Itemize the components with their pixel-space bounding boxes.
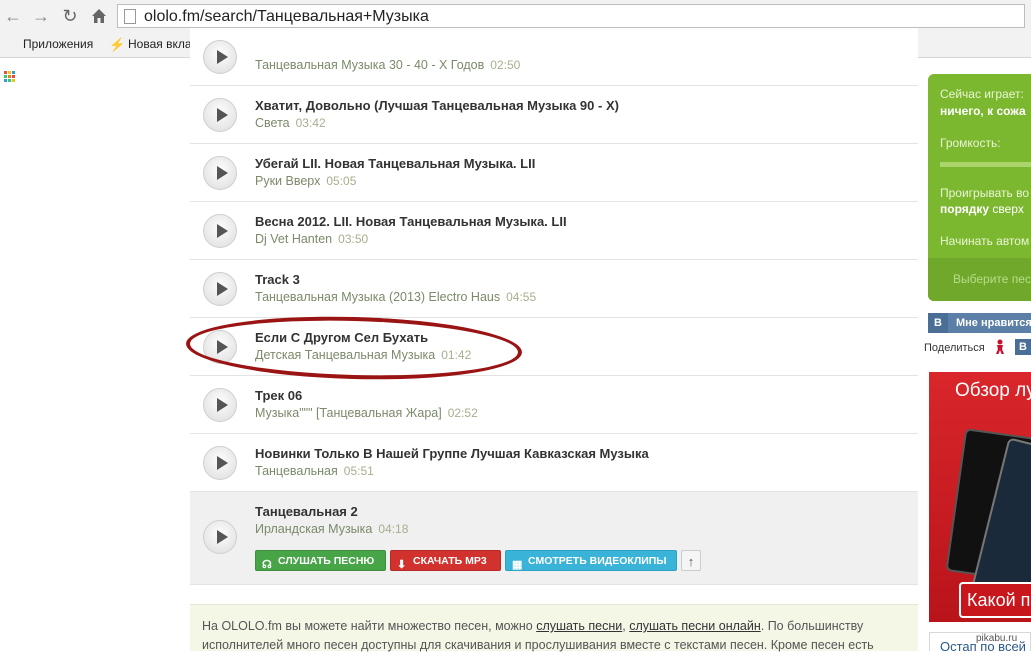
download-mp3-button[interactable]: ⬇ СКАЧАТЬ MP3 xyxy=(390,550,501,571)
track-duration: 04:18 xyxy=(378,522,409,536)
play-icon[interactable] xyxy=(203,156,237,190)
track-duration: 04:55 xyxy=(506,290,537,304)
track-artist: Ирландская Музыка 04:18 xyxy=(255,522,409,536)
bookmark-apps[interactable]: Приложения xyxy=(23,37,93,51)
watch-videos-button[interactable]: ▦ СМОТРЕТЬ ВИДЕОКЛИПЫ xyxy=(505,550,677,571)
ad-heading: Обзор лу xyxy=(955,380,1031,401)
play-icon[interactable] xyxy=(203,446,237,480)
play-icon[interactable] xyxy=(203,98,237,132)
track-title: Хватит, Довольно (Лучшая Танцевальная Му… xyxy=(255,98,619,113)
like-label: Мне нравится xyxy=(956,317,1031,329)
play-order-line1[interactable]: Проигрывать во xyxy=(940,186,1029,200)
track-duration: 02:52 xyxy=(447,406,478,420)
play-order-line2[interactable]: порядку сверх xyxy=(940,202,1024,216)
lightning-icon: ⚡ xyxy=(109,37,126,52)
track-duration: 03:50 xyxy=(338,232,369,246)
play-icon[interactable] xyxy=(203,272,237,306)
track-duration: 02:50 xyxy=(490,58,521,72)
apps-grid-icon xyxy=(4,71,16,83)
play-icon[interactable] xyxy=(203,214,237,248)
track-title: Танцевальная 2 xyxy=(255,504,358,519)
track-artist: Dj Vet Hanten 03:50 xyxy=(255,232,369,246)
share-label: Поделиться xyxy=(924,342,985,354)
track-artist: Танцевальная Музыка 30 - 40 - Х Годов 02:… xyxy=(255,58,521,72)
track-artist: Танцевальная 05:51 xyxy=(255,464,374,478)
track-artist: Музыка""" [Танцевальная Жара] 02:52 xyxy=(255,406,478,420)
play-icon[interactable] xyxy=(203,388,237,422)
track-row[interactable]: Хватит, Довольно (Лучшая Танцевальная Му… xyxy=(190,86,918,144)
track-title: Весна 2012. LII. Новая Танцевальная Музы… xyxy=(255,214,567,229)
track-artist: Танцевальная Музыка (2013) Electro Haus 0… xyxy=(255,290,537,304)
scroll-up-button[interactable]: ↑ xyxy=(681,550,701,571)
player-footer: Выберите песн xyxy=(928,258,1031,301)
track-duration: 03:42 xyxy=(295,116,326,130)
track-artist: Света 03:42 xyxy=(255,116,326,130)
vk-share-icon[interactable]: B xyxy=(1015,339,1031,355)
track-title: Убегай LII. Новая Танцевальная Музыка. L… xyxy=(255,156,536,171)
player-panel: Сейчас играет: ничего, к сожа Громкость:… xyxy=(928,74,1031,301)
share-person-icon[interactable] xyxy=(994,339,1008,355)
watermark: pikabu.ru xyxy=(976,633,1018,644)
now-playing-label: Сейчас играет: xyxy=(940,87,1024,101)
info-box: На OLOLO.fm вы можете найти множество пе… xyxy=(190,604,918,652)
now-playing-value: ничего, к сожа xyxy=(940,104,1026,118)
track-title: Track 3 xyxy=(255,272,300,287)
autostart-option[interactable]: Начинать автом xyxy=(940,234,1029,248)
page-icon xyxy=(124,9,136,24)
volume-slider[interactable] xyxy=(940,162,1031,167)
listen-button[interactable]: ☊ СЛУШАТЬ ПЕСНЮ xyxy=(255,550,386,571)
track-row[interactable]: Танцевальная Музыка 30 - 40 - Х Годов 02:… xyxy=(190,28,918,86)
reload-icon[interactable]: ↻ xyxy=(59,5,81,27)
volume-label: Громкость: xyxy=(940,136,1001,150)
track-artist: Руки Вверх 05:05 xyxy=(255,174,357,188)
play-icon[interactable] xyxy=(203,520,237,554)
play-icon[interactable] xyxy=(203,40,237,74)
track-duration: 05:05 xyxy=(326,174,357,188)
listen-online-link[interactable]: слушать песни онлайн xyxy=(629,619,761,633)
listen-songs-link[interactable]: слушать песни xyxy=(536,619,622,633)
download-icon: ⬇ xyxy=(397,559,407,571)
track-row[interactable]: Track 3 Танцевальная Музыка (2013) Elect… xyxy=(190,260,918,318)
track-row[interactable]: Убегай LII. Новая Танцевальная Музыка. L… xyxy=(190,144,918,202)
track-row[interactable]: Трек 06 Музыка""" [Танцевальная Жара] 02:… xyxy=(190,376,918,434)
info-text: На OLOLO.fm вы можете найти множество пе… xyxy=(202,619,874,652)
home-icon[interactable] xyxy=(88,5,110,27)
address-bar[interactable]: ololo.fm/search/Танцевальная+Музыка xyxy=(117,4,1025,28)
track-row[interactable]: Новинки Только В Нашей Группе Лучшая Кав… xyxy=(190,434,918,492)
ad-banner[interactable]: Обзор лу Какой п xyxy=(929,372,1031,622)
url-text[interactable]: ololo.fm/search/Танцевальная+Музыка xyxy=(144,8,429,26)
track-row[interactable]: Весна 2012. LII. Новая Танцевальная Музы… xyxy=(190,202,918,260)
forward-arrow-icon[interactable]: → xyxy=(30,5,52,27)
film-icon: ▦ xyxy=(512,559,523,571)
ad-cta[interactable]: Какой п xyxy=(959,582,1031,618)
vk-logo-icon: B xyxy=(928,313,948,333)
track-title: Трек 06 xyxy=(255,388,303,403)
choose-song-text: Выберите песн xyxy=(953,272,1031,286)
track-row-selected[interactable]: Танцевальная 2 Ирландская Музыка 04:18 ☊ С… xyxy=(190,492,918,585)
headphones-icon: ☊ xyxy=(262,559,272,571)
back-arrow-icon[interactable]: ← xyxy=(2,5,24,27)
track-title: Новинки Только В Нашей Группе Лучшая Кав… xyxy=(255,446,649,461)
vk-like-button[interactable]: B Мне нравится xyxy=(928,313,1031,333)
track-duration: 05:51 xyxy=(343,464,374,478)
